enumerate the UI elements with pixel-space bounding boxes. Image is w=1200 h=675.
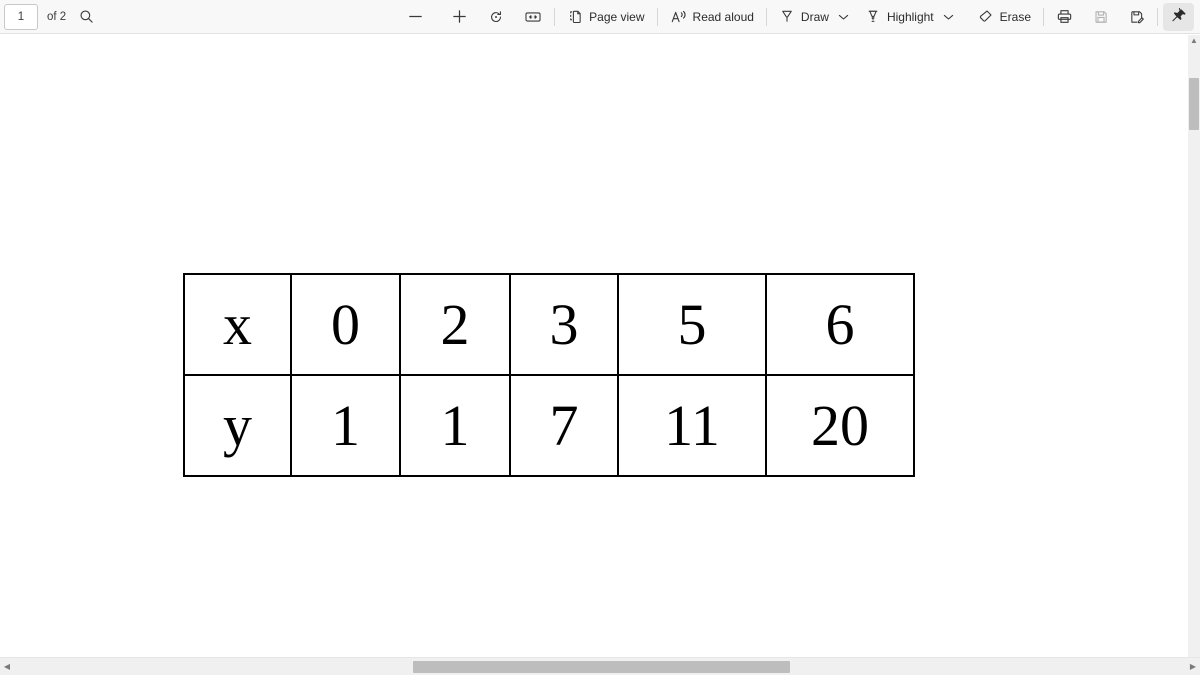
scroll-up-glyph: ▲ [1190, 36, 1198, 45]
rotate-button[interactable] [481, 3, 511, 31]
save-as-icon [1129, 9, 1145, 25]
draw-button[interactable]: Draw [772, 3, 836, 31]
page-number-input[interactable]: 1 [4, 3, 38, 30]
cell-y-1: 1 [399, 374, 511, 477]
table-row: y 1 1 7 11 20 [183, 374, 915, 477]
cell-y-0: 1 [290, 374, 401, 477]
pdf-toolbar: 1 of 2 Page view Read aloud Draw Highlig… [0, 0, 1200, 34]
horizontal-scrollbar-thumb[interactable] [413, 661, 790, 673]
print-icon [1056, 8, 1073, 25]
minus-icon [407, 8, 424, 25]
vertical-scrollbar[interactable]: ▲ [1188, 35, 1200, 657]
highlight-dropdown-button[interactable] [941, 3, 957, 31]
separator-4 [1043, 7, 1044, 26]
highlighter-icon [865, 8, 881, 25]
eraser-icon [977, 8, 994, 25]
cell-x-1: 2 [399, 273, 511, 376]
row-label-y: y [183, 374, 292, 477]
page-number-value: 1 [17, 10, 25, 23]
scroll-right-glyph: ▶ [1189, 661, 1197, 671]
horizontal-scrollbar[interactable]: ◀ ▶ [0, 657, 1200, 675]
scroll-right-arrow-icon[interactable]: ▶ [1186, 658, 1200, 675]
scroll-left-arrow-icon[interactable]: ◀ [0, 658, 14, 675]
separator-1 [554, 7, 556, 26]
cell-x-3: 5 [617, 273, 767, 376]
draw-pen-icon [779, 8, 795, 25]
cell-y-4: 20 [765, 374, 915, 477]
highlight-button[interactable]: Highlight [858, 3, 941, 31]
vertical-scrollbar-thumb[interactable] [1189, 78, 1199, 130]
save-as-button[interactable] [1122, 3, 1152, 31]
separator-3 [765, 7, 767, 26]
fit-page-icon [524, 9, 542, 25]
highlight-label: Highlight [886, 9, 934, 24]
save-button[interactable] [1086, 3, 1116, 31]
draw-label: Draw [800, 9, 829, 24]
separator-5 [1157, 7, 1158, 26]
search-icon [79, 9, 94, 24]
erase-label: Erase [999, 9, 1031, 24]
zoom-in-button[interactable] [444, 3, 475, 31]
cell-x-0: 0 [290, 273, 401, 376]
cell-y-3: 11 [617, 374, 767, 477]
table-row: x 0 2 3 5 6 [183, 273, 915, 376]
search-button[interactable] [72, 3, 101, 31]
chevron-down-icon [838, 13, 849, 21]
rotate-icon [488, 9, 504, 25]
plus-icon [451, 8, 468, 25]
pin-toolbar-button[interactable] [1163, 2, 1194, 31]
pushpin-icon [1170, 8, 1187, 25]
erase-button[interactable]: Erase [970, 3, 1038, 31]
chevron-down-icon [943, 13, 954, 21]
page-view-label: Page view [589, 9, 645, 24]
save-icon [1093, 9, 1109, 25]
page-total-label: of 2 [47, 10, 67, 23]
xy-data-table: x 0 2 3 5 6 y 1 1 7 11 20 [183, 273, 915, 477]
read-aloud-icon [670, 9, 687, 25]
page-view-icon [567, 9, 583, 25]
zoom-out-button[interactable] [400, 3, 431, 31]
pdf-document-canvas: x 0 2 3 5 6 y 1 1 7 11 20 [0, 35, 1188, 657]
cell-x-4: 6 [765, 273, 915, 376]
cell-y-2: 7 [509, 374, 619, 477]
fit-page-button[interactable] [517, 3, 549, 31]
scroll-left-glyph: ◀ [3, 661, 11, 671]
read-aloud-label: Read aloud [692, 9, 754, 24]
scroll-up-arrow-icon[interactable]: ▲ [1188, 35, 1200, 47]
print-button[interactable] [1049, 3, 1080, 31]
draw-dropdown-button[interactable] [836, 3, 852, 31]
cell-x-2: 3 [509, 273, 619, 376]
row-label-x: x [183, 273, 292, 376]
separator-2 [656, 7, 658, 26]
read-aloud-button[interactable]: Read aloud [663, 3, 761, 31]
page-view-button[interactable]: Page view [560, 3, 651, 31]
